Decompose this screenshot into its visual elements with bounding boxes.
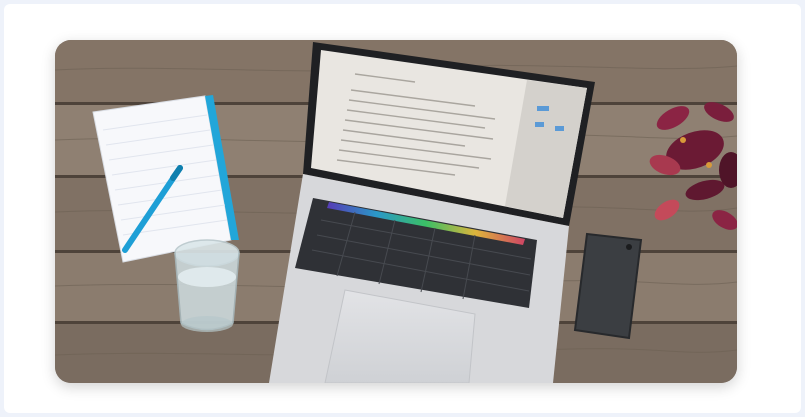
smartphone xyxy=(573,232,643,340)
hero-photo xyxy=(55,40,737,383)
laptop xyxy=(269,42,595,383)
desk-scene-illustration xyxy=(55,40,737,383)
glass-of-water xyxy=(174,239,240,332)
